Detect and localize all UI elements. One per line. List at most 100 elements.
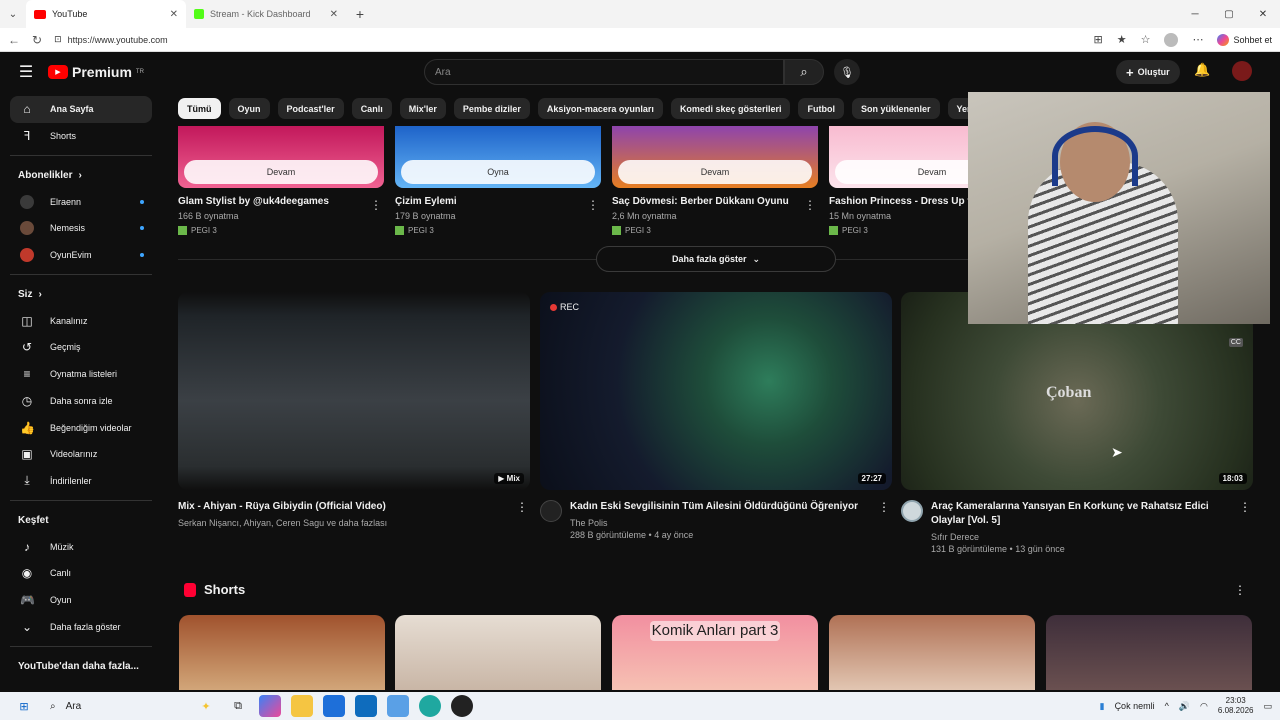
refresh-icon[interactable]: ↻ bbox=[32, 33, 42, 47]
edge-browser-icon[interactable] bbox=[419, 695, 441, 717]
close-window-button[interactable]: ✕ bbox=[1246, 0, 1280, 28]
chip-recently-uploaded[interactable]: Son yüklenenler bbox=[851, 98, 940, 119]
more-menu-icon[interactable]: ⋯ bbox=[1192, 33, 1203, 46]
sidebar-item-home[interactable]: ⌂ Ana Sayfa bbox=[10, 96, 152, 123]
game-thumbnail[interactable]: Oyna bbox=[395, 126, 601, 188]
game-play-button[interactable]: Oyna bbox=[401, 160, 595, 184]
chip-soap-operas[interactable]: Pembe diziler bbox=[453, 98, 530, 119]
clock[interactable]: 23:03 6.08.2026 bbox=[1218, 696, 1254, 716]
tray-chevron-icon[interactable]: ^ bbox=[1165, 701, 1169, 711]
game-title[interactable]: Saç Dövmesi: Berber Dükkanı Oyunu bbox=[612, 196, 818, 207]
video-card[interactable]: Çoban CC 18:03 Araç Kameralarına Yansıya… bbox=[901, 292, 1253, 554]
short-card[interactable] bbox=[1046, 615, 1252, 690]
sidebar-item-playlists[interactable]: ≡ Oynatma listeleri bbox=[10, 361, 152, 388]
account-avatar[interactable] bbox=[1232, 61, 1252, 81]
more-options-icon[interactable]: ⋮ bbox=[1239, 500, 1251, 514]
video-channel[interactable]: Serkan Nişancı, Ahiyan, Ceren Sagu ve da… bbox=[178, 518, 530, 528]
game-title[interactable]: Fashion Princess - Dress Up t bbox=[829, 196, 968, 207]
volume-icon[interactable]: 🔊 bbox=[1179, 701, 1190, 712]
back-icon[interactable]: ← bbox=[8, 33, 20, 47]
chip-all[interactable]: Tümü bbox=[178, 98, 221, 119]
short-card[interactable]: Komik Anları part 3 bbox=[612, 615, 818, 690]
game-thumbnail[interactable]: Devam bbox=[178, 126, 384, 188]
copilot-button[interactable]: Sohbet et bbox=[1217, 33, 1272, 46]
app-icon[interactable] bbox=[387, 695, 409, 717]
chip-podcasts[interactable]: Podcast'ler bbox=[277, 98, 344, 119]
game-card[interactable]: Devam Fashion Princess - Dress Up t 15 M… bbox=[829, 126, 968, 235]
video-title[interactable]: Kadın Eski Sevgilisinin Tüm Ailesini Öld… bbox=[570, 500, 892, 514]
video-channel[interactable]: The Polis bbox=[570, 518, 892, 528]
more-options-icon[interactable]: ⋮ bbox=[516, 500, 528, 514]
sidebar-item-subscription[interactable]: Nemesis bbox=[10, 215, 152, 242]
short-card[interactable] bbox=[829, 615, 1035, 690]
game-continue-button[interactable]: Devam bbox=[835, 160, 968, 184]
sidebar-item-shorts[interactable]: ꟻ Shorts bbox=[10, 123, 152, 150]
close-tab-icon[interactable]: ✕ bbox=[330, 9, 338, 20]
page-scrollbar[interactable] bbox=[1270, 52, 1280, 692]
app-icon[interactable] bbox=[451, 695, 473, 717]
channel-avatar[interactable] bbox=[540, 500, 562, 522]
chip-live[interactable]: Canlı bbox=[351, 98, 392, 119]
video-card[interactable]: REC 27:27 Kadın Eski Sevgilisinin Tüm Ai… bbox=[540, 292, 892, 540]
chip-new-to-you[interactable]: Yeni önerile bbox=[947, 98, 968, 119]
minimize-button[interactable]: ─ bbox=[1178, 0, 1212, 28]
sidebar-item-your-channel[interactable]: ◫ Kanalınız bbox=[10, 307, 152, 334]
split-screen-icon[interactable]: ⊞ bbox=[1094, 33, 1103, 46]
chip-gaming[interactable]: Oyun bbox=[228, 98, 270, 119]
sidebar-item-liked-videos[interactable]: 👍 Beğendiğim videolar bbox=[10, 414, 152, 441]
youtube-logo[interactable]: ▶ Premium TR bbox=[48, 64, 144, 80]
url-field[interactable]: ⊡ https://www.youtube.com bbox=[54, 34, 1081, 45]
game-card[interactable]: Oyna Çizim Eylemi 179 B oynatma PEGI 3 ⋮ bbox=[395, 126, 601, 235]
sidebar-item-your-videos[interactable]: ▣ Videolarınız bbox=[10, 441, 152, 468]
game-continue-button[interactable]: Devam bbox=[184, 160, 378, 184]
search-input[interactable]: Ara bbox=[424, 59, 784, 85]
tab-kick-dashboard[interactable]: Stream - Kick Dashboard ✕ bbox=[186, 0, 346, 28]
sidebar-item-subscription[interactable]: OyunEvim bbox=[10, 242, 152, 269]
more-options-icon[interactable]: ⋮ bbox=[804, 198, 816, 212]
favorite-star-icon[interactable]: ★ bbox=[1117, 33, 1127, 46]
sidebar-item-watch-later[interactable]: ◷ Daha sonra izle bbox=[10, 388, 152, 415]
file-explorer-icon[interactable] bbox=[291, 695, 313, 717]
menu-icon[interactable]: ☰ bbox=[4, 62, 48, 82]
sidebar-item-downloads[interactable]: ⤓ İndirilenler bbox=[10, 468, 152, 495]
sidebar-item-subscription[interactable]: Elraenn bbox=[10, 188, 152, 215]
game-card[interactable]: Devam Glam Stylist by @uk4deegames 166 B… bbox=[178, 126, 384, 235]
maximize-button[interactable]: ▢ bbox=[1212, 0, 1246, 28]
new-tab-button[interactable]: + bbox=[346, 6, 374, 22]
game-thumbnail[interactable]: Devam bbox=[829, 126, 968, 188]
video-channel[interactable]: Sıfır Derece bbox=[931, 532, 1237, 542]
voice-search-button[interactable]: 🎙 bbox=[834, 59, 860, 85]
sidebar-item-live[interactable]: ◉ Canlı bbox=[10, 560, 152, 587]
channel-avatar[interactable] bbox=[901, 500, 923, 522]
notifications-icon[interactable]: ▭ bbox=[1263, 701, 1272, 712]
game-card[interactable]: Devam Saç Dövmesi: Berber Dükkanı Oyunu … bbox=[612, 126, 818, 235]
tab-youtube[interactable]: YouTube ✕ bbox=[26, 0, 186, 28]
network-icon[interactable]: ◠ bbox=[1200, 701, 1208, 712]
more-options-icon[interactable]: ⋮ bbox=[587, 198, 599, 212]
create-button[interactable]: + Oluştur bbox=[1116, 60, 1180, 84]
copilot-app-icon[interactable] bbox=[259, 695, 281, 717]
chip-football[interactable]: Futbol bbox=[798, 98, 844, 119]
more-options-icon[interactable]: ⋮ bbox=[878, 500, 890, 514]
store-icon[interactable] bbox=[323, 695, 345, 717]
video-title[interactable]: Mix - Ahiyan - Rüya Gibiydin (Official V… bbox=[178, 500, 530, 514]
notifications-bell-icon[interactable]: 🔔 bbox=[1194, 62, 1210, 78]
chip-sketch-comedy[interactable]: Komedi skeç gösterileri bbox=[670, 98, 791, 119]
chip-action-adventure-games[interactable]: Aksiyon-macera oyunları bbox=[537, 98, 663, 119]
show-more-button[interactable]: Daha fazla göster ⌄ bbox=[596, 246, 836, 272]
game-title[interactable]: Çizim Eylemi bbox=[395, 196, 601, 207]
video-card[interactable]: ▶ Mix Mix - Ahiyan - Rüya Gibiydin (Offi… bbox=[178, 292, 530, 528]
profile-icon[interactable] bbox=[1164, 32, 1179, 47]
subscriptions-header[interactable]: Abonelikler › bbox=[10, 162, 152, 188]
search-button[interactable]: ⌕ bbox=[784, 59, 824, 85]
task-view-icon[interactable]: ⧉ bbox=[227, 695, 249, 717]
favorites-icon[interactable]: ☆ bbox=[1141, 33, 1151, 46]
short-card[interactable] bbox=[395, 615, 601, 690]
start-windows-icon[interactable]: ⊞ bbox=[13, 695, 35, 717]
close-tab-icon[interactable]: ✕ bbox=[170, 9, 178, 20]
weather-label[interactable]: Çok nemli bbox=[1115, 701, 1155, 711]
sidebar-item-history[interactable]: ↺ Geçmiş bbox=[10, 334, 152, 361]
sidebar-item-gaming[interactable]: 🎮 Oyun bbox=[10, 587, 152, 614]
video-thumbnail[interactable]: ▶ Mix bbox=[178, 292, 530, 490]
sidebar-item-music[interactable]: ♪ Müzik bbox=[10, 533, 152, 560]
